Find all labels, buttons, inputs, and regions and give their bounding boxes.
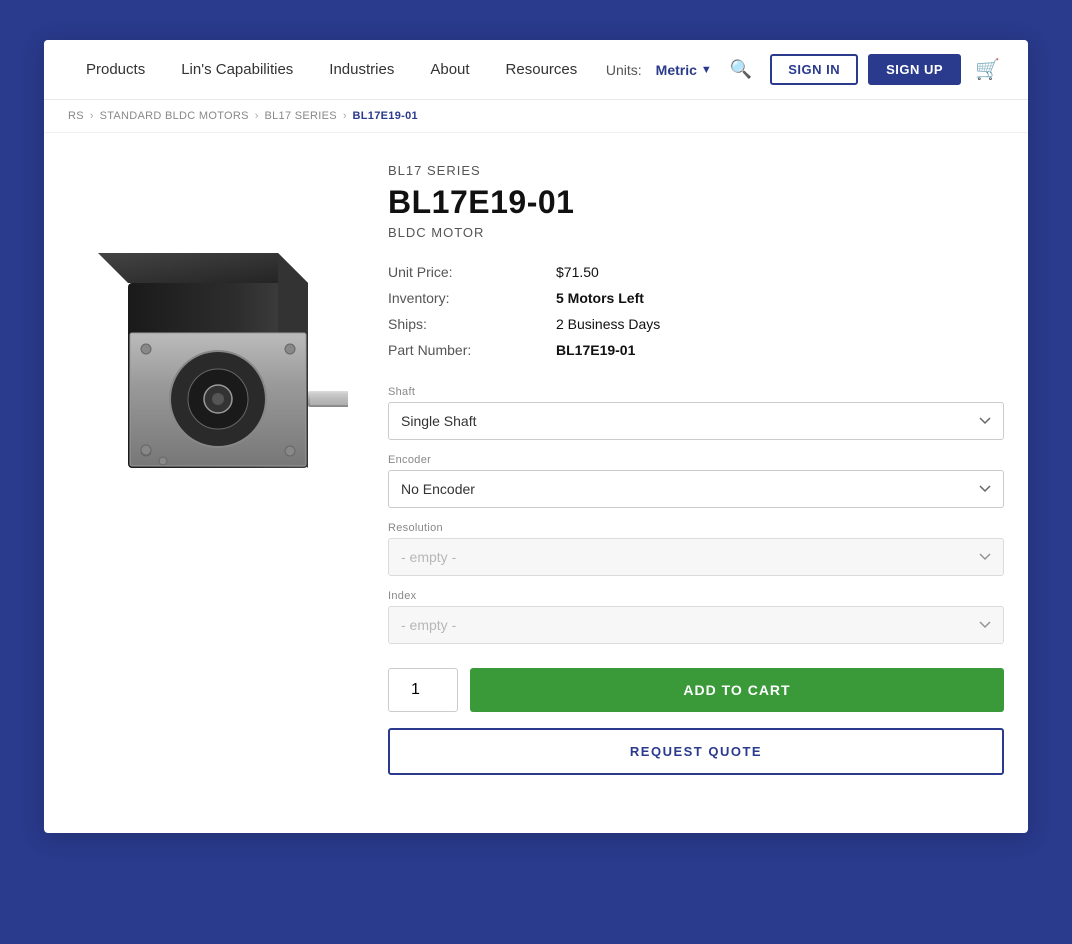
cart-icon: 🛒 [975, 59, 1000, 81]
units-label: Units: [606, 62, 642, 78]
breadcrumb: RS › STANDARD BLDC MOTORS › BL17 SERIES … [44, 100, 1028, 133]
resolution-select[interactable]: - empty - [388, 538, 1004, 576]
resolution-config: Resolution - empty - [388, 522, 1004, 576]
product-title: BL17E19-01 [388, 184, 1004, 221]
signin-button[interactable]: SIGN IN [770, 54, 858, 85]
quantity-input[interactable] [388, 668, 458, 712]
breadcrumb-bl17-series[interactable]: BL17 SERIES [264, 110, 336, 122]
nav: Products Lin's Capabilities Industries A… [44, 40, 1028, 100]
ships-label: Ships: [388, 316, 548, 332]
encoder-config: Encoder No Encoder With Encoder [388, 454, 1004, 508]
nav-links: Products Lin's Capabilities Industries A… [68, 40, 606, 100]
shaft-config: Shaft Single Shaft Double Shaft [388, 386, 1004, 440]
product-area: BL17 SERIES BL17E19-01 BLDC MOTOR Unit P… [44, 133, 1028, 833]
breadcrumb-current[interactable]: BL17E19-01 [353, 110, 418, 122]
units-select[interactable]: Metric ▼ [656, 62, 712, 78]
nav-capabilities[interactable]: Lin's Capabilities [163, 40, 311, 100]
nav-right: Units: Metric ▼ 🔍 SIGN IN SIGN UP 🛒 [606, 53, 1004, 86]
shaft-label: Shaft [388, 386, 1004, 398]
product-image-col [68, 163, 348, 793]
part-number-value: BL17E19-01 [556, 342, 1004, 358]
search-icon: 🔍 [730, 59, 752, 79]
breadcrumb-sep-2: › [255, 110, 259, 122]
motor-svg [68, 203, 348, 543]
breadcrumb-sep-3: › [343, 110, 347, 122]
product-image [68, 203, 348, 583]
nav-resources[interactable]: Resources [488, 40, 596, 100]
nav-about[interactable]: About [412, 40, 487, 100]
shaft-select[interactable]: Single Shaft Double Shaft [388, 402, 1004, 440]
signup-button[interactable]: SIGN UP [868, 54, 961, 85]
series-label: BL17 SERIES [388, 163, 1004, 178]
part-number-label: Part Number: [388, 342, 548, 358]
encoder-label: Encoder [388, 454, 1004, 466]
units-value: Metric [656, 62, 697, 78]
product-details-col: BL17 SERIES BL17E19-01 BLDC MOTOR Unit P… [388, 163, 1004, 793]
page-wrapper: Products Lin's Capabilities Industries A… [44, 40, 1028, 833]
resolution-label: Resolution [388, 522, 1004, 534]
index-label: Index [388, 590, 1004, 602]
product-specs: Unit Price: $71.50 Inventory: 5 Motors L… [388, 264, 1004, 358]
ships-value: 2 Business Days [556, 316, 1004, 332]
nav-industries[interactable]: Industries [311, 40, 412, 100]
nav-products[interactable]: Products [68, 40, 163, 100]
add-to-cart-button[interactable]: ADD TO CART [470, 668, 1004, 712]
index-select[interactable]: - empty - [388, 606, 1004, 644]
index-config: Index - empty - [388, 590, 1004, 644]
breadcrumb-sep-1: › [90, 110, 94, 122]
breadcrumb-rs[interactable]: RS [68, 110, 84, 122]
inventory-label: Inventory: [388, 290, 548, 306]
unit-price-value: $71.50 [556, 264, 1004, 280]
cart-button[interactable]: 🛒 [971, 53, 1004, 86]
inventory-value: 5 Motors Left [556, 290, 1004, 306]
product-type: BLDC MOTOR [388, 225, 1004, 240]
units-chevron-icon: ▼ [701, 64, 712, 76]
encoder-select[interactable]: No Encoder With Encoder [388, 470, 1004, 508]
search-button[interactable]: 🔍 [722, 55, 760, 84]
request-quote-button[interactable]: REQUEST QUOTE [388, 728, 1004, 775]
unit-price-label: Unit Price: [388, 264, 548, 280]
add-to-cart-row: ADD TO CART [388, 668, 1004, 712]
breadcrumb-bldc-motors[interactable]: STANDARD BLDC MOTORS [100, 110, 249, 122]
